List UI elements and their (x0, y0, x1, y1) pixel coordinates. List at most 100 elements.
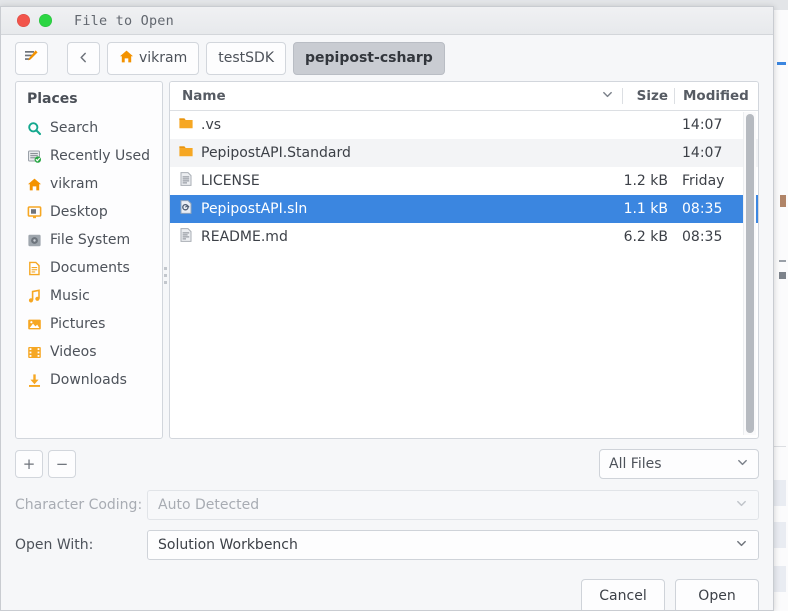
home-icon (26, 176, 42, 192)
sidebar-item-vikram[interactable]: vikram (16, 170, 162, 198)
file-name-label: PepipostAPI.Standard (201, 145, 351, 161)
sidebar-item-label: Search (50, 120, 99, 136)
table-row[interactable]: PepipostAPI.sln 1.1 kB 08:35 (170, 195, 758, 223)
breadcrumb-label: vikram (139, 50, 188, 66)
sidebar-item-music[interactable]: Music (16, 282, 162, 310)
file-type-filter-select[interactable]: All Files (599, 449, 759, 479)
character-coding-label: Character Coding: (15, 497, 143, 513)
type-location-button[interactable] (15, 41, 48, 75)
sidebar-item-pictures[interactable]: Pictures (16, 310, 162, 338)
file-list-scrollbar[interactable] (743, 112, 756, 435)
file-name-cell: PepipostAPI.Standard (170, 143, 622, 163)
splitter-grip (164, 267, 168, 288)
breadcrumb-label: pepipost-csharp (305, 50, 433, 66)
remove-place-button[interactable]: − (48, 450, 76, 478)
music-icon (26, 288, 42, 304)
sidebar-item-documents[interactable]: Documents (16, 254, 162, 282)
background-accent-mark (777, 62, 786, 65)
sidebar-item-label: Recently Used (50, 148, 151, 164)
home-icon (119, 49, 134, 68)
navigate-back-button[interactable] (67, 41, 100, 75)
places-heading: Places (27, 91, 78, 107)
dialog-actions: Cancel Open (1, 563, 773, 610)
markdown-file-icon (178, 227, 194, 247)
background-block-2 (772, 522, 786, 548)
title-bar: File to Open (1, 7, 773, 35)
file-name-cell: PepipostAPI.sln (170, 199, 622, 219)
sidebar-item-file-system[interactable]: File System (16, 226, 162, 254)
desktop-icon (26, 204, 42, 220)
window-maximize-button[interactable] (39, 14, 52, 27)
cancel-button[interactable]: Cancel (581, 579, 665, 610)
sidebar-item-label: vikram (50, 176, 99, 192)
column-header-size[interactable]: Size (622, 88, 674, 104)
character-coding-value: Auto Detected (158, 497, 260, 513)
sidebar-item-label: Pictures (50, 316, 106, 332)
picture-icon (26, 316, 42, 332)
scrollbar-thumb[interactable] (746, 114, 754, 433)
place-buttons: + − (15, 450, 163, 478)
file-list-header: Name Size Modified (170, 82, 758, 111)
sidebar-item-label: Music (50, 288, 90, 304)
dialog-body: Places Search Recently Used vikram Deskt… (1, 81, 773, 439)
sidebar-item-desktop[interactable]: Desktop (16, 198, 162, 226)
background-item-mark (780, 195, 786, 207)
column-header-name[interactable]: Name (170, 88, 622, 105)
file-name-label: .vs (201, 117, 222, 133)
open-with-select[interactable]: Solution Workbench (147, 530, 759, 560)
download-icon (26, 372, 42, 388)
breadcrumb-item-vikram[interactable]: vikram (107, 41, 200, 75)
window-title: File to Open (74, 12, 174, 29)
table-row[interactable]: .vs 14:07 (170, 111, 758, 139)
table-row[interactable]: LICENSE 1.2 kB Friday (170, 167, 758, 195)
window-close-button[interactable] (17, 14, 30, 27)
chevron-down-icon (735, 537, 748, 554)
sidebar-item-label: File System (50, 232, 131, 248)
file-open-dialog: File to Open vikram testSDK pepipost-csh… (0, 6, 774, 611)
breadcrumb-label: testSDK (218, 50, 274, 66)
character-coding-select[interactable]: Auto Detected (147, 490, 759, 520)
folder-icon (178, 115, 194, 135)
chevron-down-icon (736, 456, 749, 473)
chevron-down-icon (601, 88, 614, 105)
character-coding-row: Character Coding: Auto Detected (1, 487, 773, 523)
background-line-mark-1 (779, 260, 786, 262)
file-size-cell: 1.1 kB (623, 201, 668, 217)
sidebar-item-recently-used[interactable]: Recently Used (16, 142, 162, 170)
document-icon (26, 260, 42, 276)
file-size-cell: 1.2 kB (623, 173, 668, 189)
text-file-icon (178, 171, 194, 191)
sidebar-item-label: Documents (50, 260, 130, 276)
table-row[interactable]: README.md 6.2 kB 08:35 (170, 223, 758, 251)
open-with-row: Open With: Solution Workbench (1, 527, 773, 563)
path-toolbar: vikram testSDK pepipost-csharp (1, 35, 773, 81)
background-divider-mark (772, 446, 786, 447)
file-name-cell: README.md (170, 227, 622, 247)
sidebar-item-label: Videos (50, 344, 97, 360)
column-header-modified[interactable]: Modified (674, 88, 758, 104)
column-header-name-label: Name (182, 88, 226, 104)
file-name-label: LICENSE (201, 173, 260, 189)
open-with-label: Open With: (15, 537, 94, 553)
sidebar-item-label: Downloads (50, 372, 127, 388)
file-name-label: README.md (201, 229, 288, 245)
recent-icon (26, 148, 42, 164)
file-name-cell: .vs (170, 115, 622, 135)
open-button[interactable]: Open (675, 579, 759, 610)
breadcrumb-item-pepipost-csharp[interactable]: pepipost-csharp (293, 41, 445, 75)
folder-icon (178, 143, 194, 163)
sidebar-item-downloads[interactable]: Downloads (16, 366, 162, 394)
sidebar-item-label: Desktop (50, 204, 108, 220)
add-place-button[interactable]: + (15, 450, 43, 478)
sidebar-item-videos[interactable]: Videos (16, 338, 162, 366)
sidebar-item-search[interactable]: Search (16, 114, 162, 142)
table-row[interactable]: PepipostAPI.Standard 14:07 (170, 139, 758, 167)
file-name-cell: LICENSE (170, 171, 622, 191)
edit-path-icon (23, 48, 40, 69)
chevron-down-icon (735, 497, 748, 514)
search-icon (26, 120, 42, 136)
drive-icon (26, 232, 42, 248)
background-line-mark-2 (779, 272, 786, 279)
breadcrumb-item-testsdk[interactable]: testSDK (206, 41, 286, 75)
file-type-filter-value: All Files (609, 456, 662, 472)
